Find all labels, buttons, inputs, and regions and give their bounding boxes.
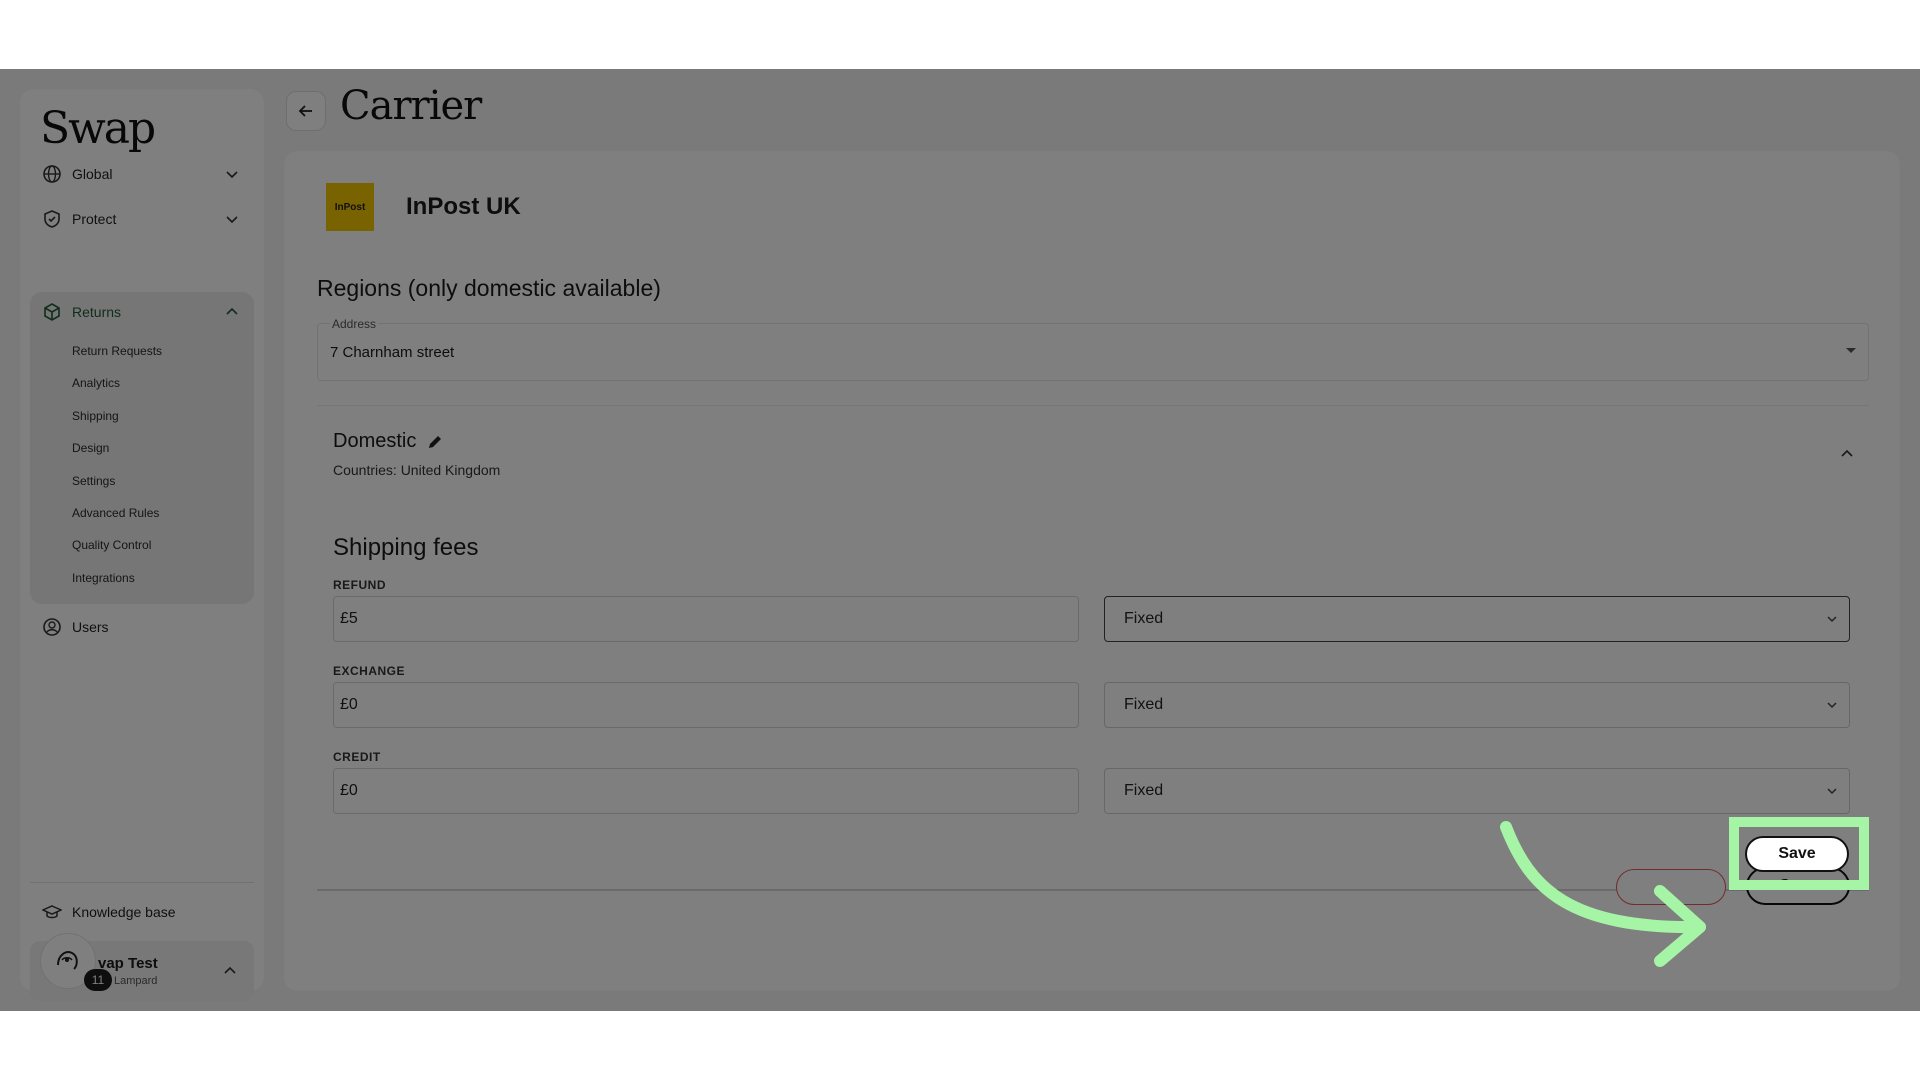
region-name-text: Domestic — [333, 430, 417, 452]
sidebar-item-label: Users — [72, 619, 109, 635]
sidebar-subitem-design[interactable]: Design — [72, 441, 109, 455]
globe-icon — [42, 164, 62, 184]
credit-type-select[interactable]: Fixed — [1104, 768, 1850, 814]
sidebar-item-returns[interactable]: Returns — [30, 292, 254, 332]
carrier-logo: InPost — [326, 183, 374, 231]
chevron-down-icon — [1827, 616, 1837, 623]
sidebar-subitem-integrations[interactable]: Integrations — [72, 571, 135, 585]
sidebar-item-knowledge-base[interactable]: Knowledge base — [30, 892, 254, 932]
carrier-name: InPost UK — [406, 193, 521, 220]
box-icon — [42, 302, 62, 322]
refund-type-select[interactable]: Fixed — [1104, 596, 1850, 642]
shield-icon — [42, 209, 62, 229]
shipping-fees-title: Shipping fees — [333, 534, 479, 561]
user-name: vap Test — [98, 955, 158, 972]
arrow-left-icon — [298, 105, 312, 117]
sidebar-item-users[interactable]: Users — [30, 607, 254, 647]
region-countries: Countries: United Kingdom — [333, 462, 501, 478]
pointer-arrow-icon — [1500, 821, 1706, 967]
address-label: Address — [330, 317, 379, 331]
sidebar-divider — [30, 882, 254, 883]
exchange-label: EXCHANGE — [333, 664, 406, 678]
app-logo[interactable]: Swap — [40, 103, 156, 154]
sidebar-subitem-quality-control[interactable]: Quality Control — [72, 538, 151, 552]
sidebar-item-label: Knowledge base — [72, 904, 176, 920]
credit-type-value: Fixed — [1124, 782, 1164, 799]
exchange-type-select[interactable]: Fixed — [1104, 682, 1850, 728]
chevron-up-icon[interactable] — [1839, 446, 1855, 462]
graduation-cap-icon — [42, 902, 62, 922]
sidebar-subitem-analytics[interactable]: Analytics — [72, 376, 120, 390]
sidebar-subitem-advanced-rules[interactable]: Advanced Rules — [72, 506, 159, 520]
save-button[interactable]: Save — [1745, 836, 1849, 872]
address-select[interactable]: Address 7 Charnham street — [317, 317, 1869, 381]
user-menu[interactable]: 11 vap Test Lampard — [30, 933, 254, 1001]
app-window: Swap Global Protect Returns Return Reque… — [0, 69, 1920, 1011]
back-button[interactable] — [286, 91, 326, 131]
avatar-illustration-icon — [57, 951, 78, 970]
sidebar-item-label: Protect — [72, 211, 117, 227]
sidebar-item-protect[interactable]: Protect — [30, 199, 254, 239]
sidebar-item-label: Global — [72, 166, 113, 182]
chevron-up-icon — [226, 307, 238, 315]
region-name: Domestic — [333, 430, 444, 453]
pencil-icon[interactable] — [426, 433, 444, 451]
chevron-down-icon — [226, 171, 238, 179]
refund-type-value: Fixed — [1124, 610, 1164, 627]
returns-nav-group: Returns Return Requests Analytics Shippi… — [30, 292, 254, 604]
chevron-down-icon — [1827, 788, 1837, 795]
user-circle-icon — [42, 617, 62, 637]
sidebar-subitem-return-requests[interactable]: Return Requests — [72, 344, 162, 358]
exchange-type-value: Fixed — [1124, 696, 1164, 713]
refund-amount-input[interactable]: £5 — [333, 596, 1079, 642]
refund-label: REFUND — [333, 578, 386, 592]
sidebar-subitem-shipping[interactable]: Shipping — [72, 409, 119, 423]
credit-label: CREDIT — [333, 750, 381, 764]
sidebar-item-label: Returns — [72, 304, 122, 320]
exchange-amount-input[interactable]: £0 — [333, 682, 1079, 728]
chevron-down-icon — [226, 216, 238, 224]
caret-down-icon — [1846, 348, 1856, 353]
user-subtitle: Lampard — [114, 975, 158, 987]
address-value: 7 Charnham street — [330, 344, 455, 361]
notification-badge: 11 — [84, 969, 112, 991]
sidebar: Swap Global Protect Returns Return Reque… — [20, 89, 264, 1001]
regions-title: Regions (only domestic available) — [317, 275, 661, 301]
page-title: Carrier — [340, 83, 482, 129]
chevron-up-icon — [224, 966, 236, 974]
credit-amount-input[interactable]: £0 — [333, 768, 1079, 814]
sidebar-subitem-settings[interactable]: Settings — [72, 474, 115, 488]
chevron-down-icon — [1827, 702, 1837, 709]
sidebar-item-global[interactable]: Global — [30, 154, 254, 194]
